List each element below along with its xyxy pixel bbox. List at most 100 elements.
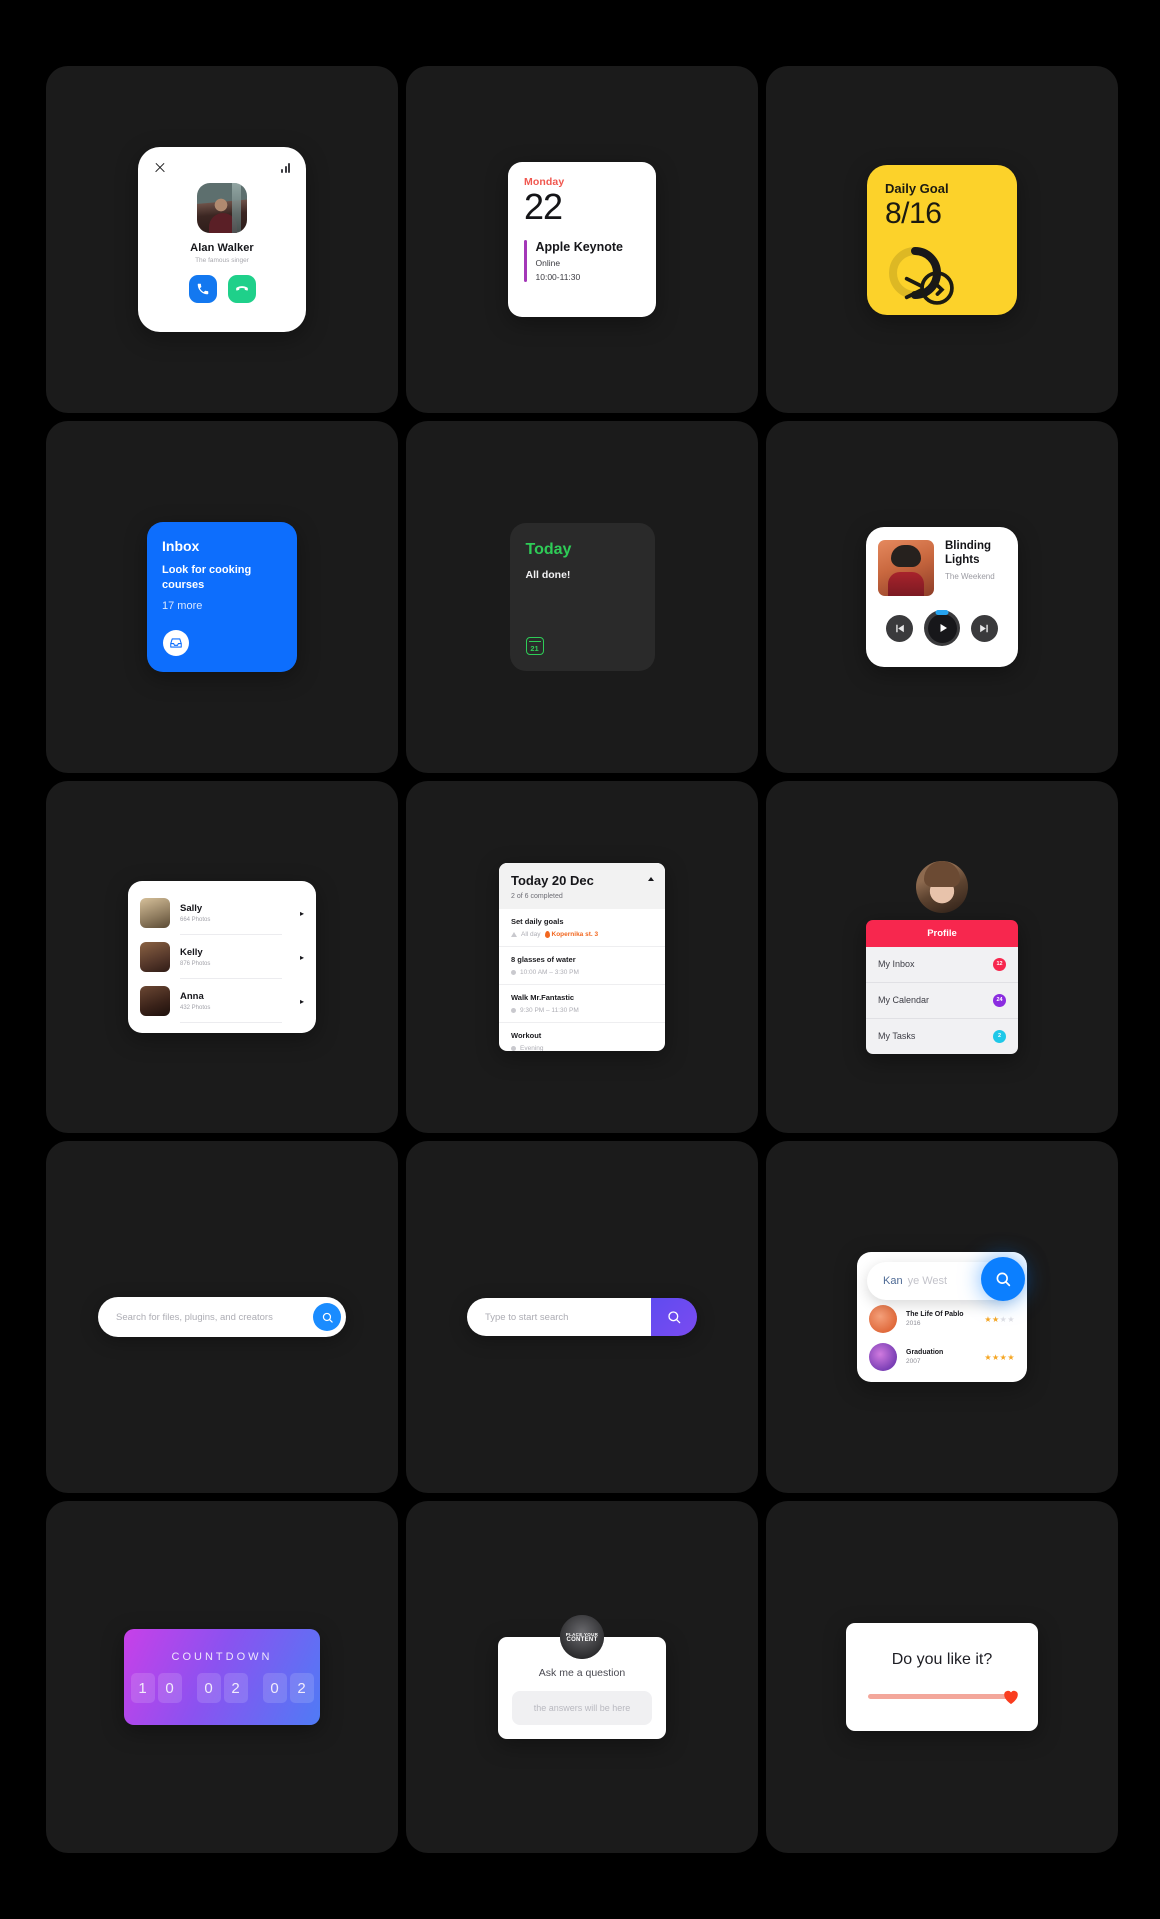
inbox-card[interactable]: Inbox Look for cooking courses 17 more [147, 522, 297, 672]
event-details: Apple Keynote Online 10:00-11:30 [524, 239, 642, 282]
todo-item-title: 8 glasses of water [511, 955, 576, 964]
countdown-separator [252, 1673, 259, 1703]
search-input[interactable] [467, 1298, 651, 1336]
signal-bars-icon [281, 163, 290, 173]
like-question: Do you like it? [891, 1651, 993, 1668]
todo-item-place: Kopernika st. 3 [544, 931, 598, 938]
todo-item-meta: 9:30 PM – 11:30 PM [511, 1007, 653, 1014]
search-bar-files [98, 1297, 346, 1337]
menu-item-my-calendar[interactable]: My Calendar 24 [866, 982, 1018, 1019]
status-badge: 12 [993, 957, 1006, 971]
countdown-digit: 1 [130, 1673, 155, 1703]
caller-subtitle: The famous singer [195, 257, 249, 264]
widget-grid: Alan Walker The famous singer Monday 22 … [0, 0, 1160, 1919]
search-result-item[interactable]: The Life Of Pablo 2016 ★★★★ [857, 1300, 1027, 1338]
inbox-title: Inbox [162, 538, 200, 554]
album-thumbnail [869, 1305, 897, 1333]
chevron-right-icon[interactable]: ▸ [292, 909, 304, 918]
chevron-right-icon[interactable]: ▸ [292, 997, 304, 1006]
daily-goal-progress-ring [887, 245, 954, 305]
rating-stars[interactable]: ★★★★ [984, 1315, 1015, 1324]
avatar [916, 860, 968, 913]
countdown-digit: 0 [262, 1673, 287, 1703]
clock-dot-icon [511, 1046, 516, 1051]
search-input-value: Kan [883, 1275, 903, 1287]
countdown-digit: 0 [196, 1673, 221, 1703]
contact-name: Kelly [180, 946, 203, 958]
todo-item-time: Evening [520, 1045, 544, 1051]
cell-profile-menu: Profile My Inbox 12 My Calendar 24 My Ta… [766, 781, 1118, 1133]
album-name: Graduation [906, 1349, 944, 1356]
today-title: Today [525, 541, 572, 558]
daily-goal-card: Daily Goal 8/16 [867, 164, 1017, 315]
event-time: 10:00-11:30 [535, 271, 581, 282]
close-icon[interactable] [154, 162, 166, 174]
clock-dot-icon [511, 1008, 516, 1013]
like-slider-card: Do you like it? [846, 1623, 1038, 1731]
list-item[interactable]: Anna 432 Photos ▸ [140, 979, 304, 1023]
contact-photos: 876 Photos [180, 960, 211, 967]
menu-item-label: My Calendar [878, 995, 930, 1005]
cell-daily-goal: Daily Goal 8/16 [766, 66, 1118, 413]
daily-goal-title: Daily Goal [885, 180, 949, 196]
previous-track-button[interactable] [886, 614, 913, 642]
search-button[interactable] [313, 1303, 341, 1331]
answer-input[interactable]: the answers will be here [512, 1691, 652, 1725]
menu-item-my-inbox[interactable]: My Inbox 12 [866, 946, 1018, 983]
todo-item[interactable]: Set daily goals All day Kopernika st. 3 [499, 909, 665, 947]
cell-calendar-event: Monday 22 Apple Keynote Online 10:00-11:… [406, 66, 758, 413]
phone-call-icon [197, 283, 208, 295]
calendar-icon: 21 [525, 637, 544, 655]
todo-item[interactable]: Workout Evening [499, 1023, 665, 1051]
profile-menu-header: Profile [866, 919, 1018, 947]
countdown-group-minutes: 0 2 [196, 1673, 248, 1703]
search-button[interactable] [981, 1257, 1025, 1301]
search-button[interactable] [651, 1298, 697, 1336]
contact-name: Anna [180, 990, 204, 1002]
todo-item-time: All day [521, 931, 541, 938]
search-icon [668, 1311, 681, 1324]
search-icon [996, 1272, 1011, 1287]
todo-item[interactable]: Walk Mr.Fantastic 9:30 PM – 11:30 PM [499, 985, 665, 1023]
heart-icon[interactable] [1002, 1688, 1020, 1705]
cell-contacts-list: Sally 664 Photos ▸ Kelly 876 Photos ▸ An… [46, 781, 398, 1133]
accept-call-button[interactable] [188, 275, 217, 303]
todo-item-meta: Evening [511, 1045, 653, 1051]
next-track-button[interactable] [971, 614, 998, 642]
countdown-separator [186, 1673, 193, 1703]
search-input[interactable] [116, 1311, 313, 1323]
cell-like-slider: Do you like it? [766, 1501, 1118, 1853]
cell-ask-question: PLACE YOUR CONTENT Ask me a question the… [406, 1501, 758, 1853]
list-item[interactable]: Sally 664 Photos ▸ [140, 891, 304, 935]
chevron-right-icon[interactable]: ▸ [292, 953, 304, 962]
play-button[interactable] [924, 610, 960, 646]
decline-call-button[interactable] [227, 275, 256, 303]
ask-question-prompt: Ask me a question [538, 1667, 626, 1679]
clock-dot-icon [511, 970, 516, 975]
album-thumbnail [869, 1343, 897, 1371]
album-year: 2016 [906, 1320, 921, 1327]
menu-item-my-tasks[interactable]: My Tasks 2 [866, 1018, 1018, 1054]
caller-name: Alan Walker [190, 242, 254, 254]
avatar-placeholder: PLACE YOUR CONTENT [560, 1615, 604, 1659]
music-search-card: Kan ye West The Life Of Pablo 2016 ★★★★ [857, 1252, 1027, 1382]
todo-header: Today 20 Dec 2 of 6 completed [499, 863, 665, 909]
search-result-item[interactable]: Graduation 2007 ★★★★ [857, 1338, 1027, 1376]
menu-item-label: My Tasks [878, 1031, 916, 1041]
music-search-bar[interactable]: Kan ye West [867, 1257, 1025, 1301]
chevron-up-icon[interactable] [648, 877, 654, 881]
rating-stars[interactable]: ★★★★ [984, 1353, 1015, 1362]
daily-goal-value: 8/16 [885, 196, 942, 230]
today-card: Today All done! 21 [509, 523, 655, 671]
play-button-inner [927, 613, 957, 643]
list-item[interactable]: Kelly 876 Photos ▸ [140, 935, 304, 979]
todo-item[interactable]: 8 glasses of water 10:00 AM – 3:30 PM [499, 947, 665, 985]
incoming-call-card: Alan Walker The famous singer [138, 147, 306, 332]
todo-item-title: Walk Mr.Fantastic [511, 993, 575, 1002]
countdown-group-hours: 1 0 [130, 1673, 182, 1703]
like-slider[interactable] [868, 1689, 1018, 1704]
play-icon [940, 624, 947, 632]
cell-search-files [46, 1141, 398, 1493]
todo-item-title: Workout [511, 1031, 542, 1040]
cell-search-start [406, 1141, 758, 1493]
